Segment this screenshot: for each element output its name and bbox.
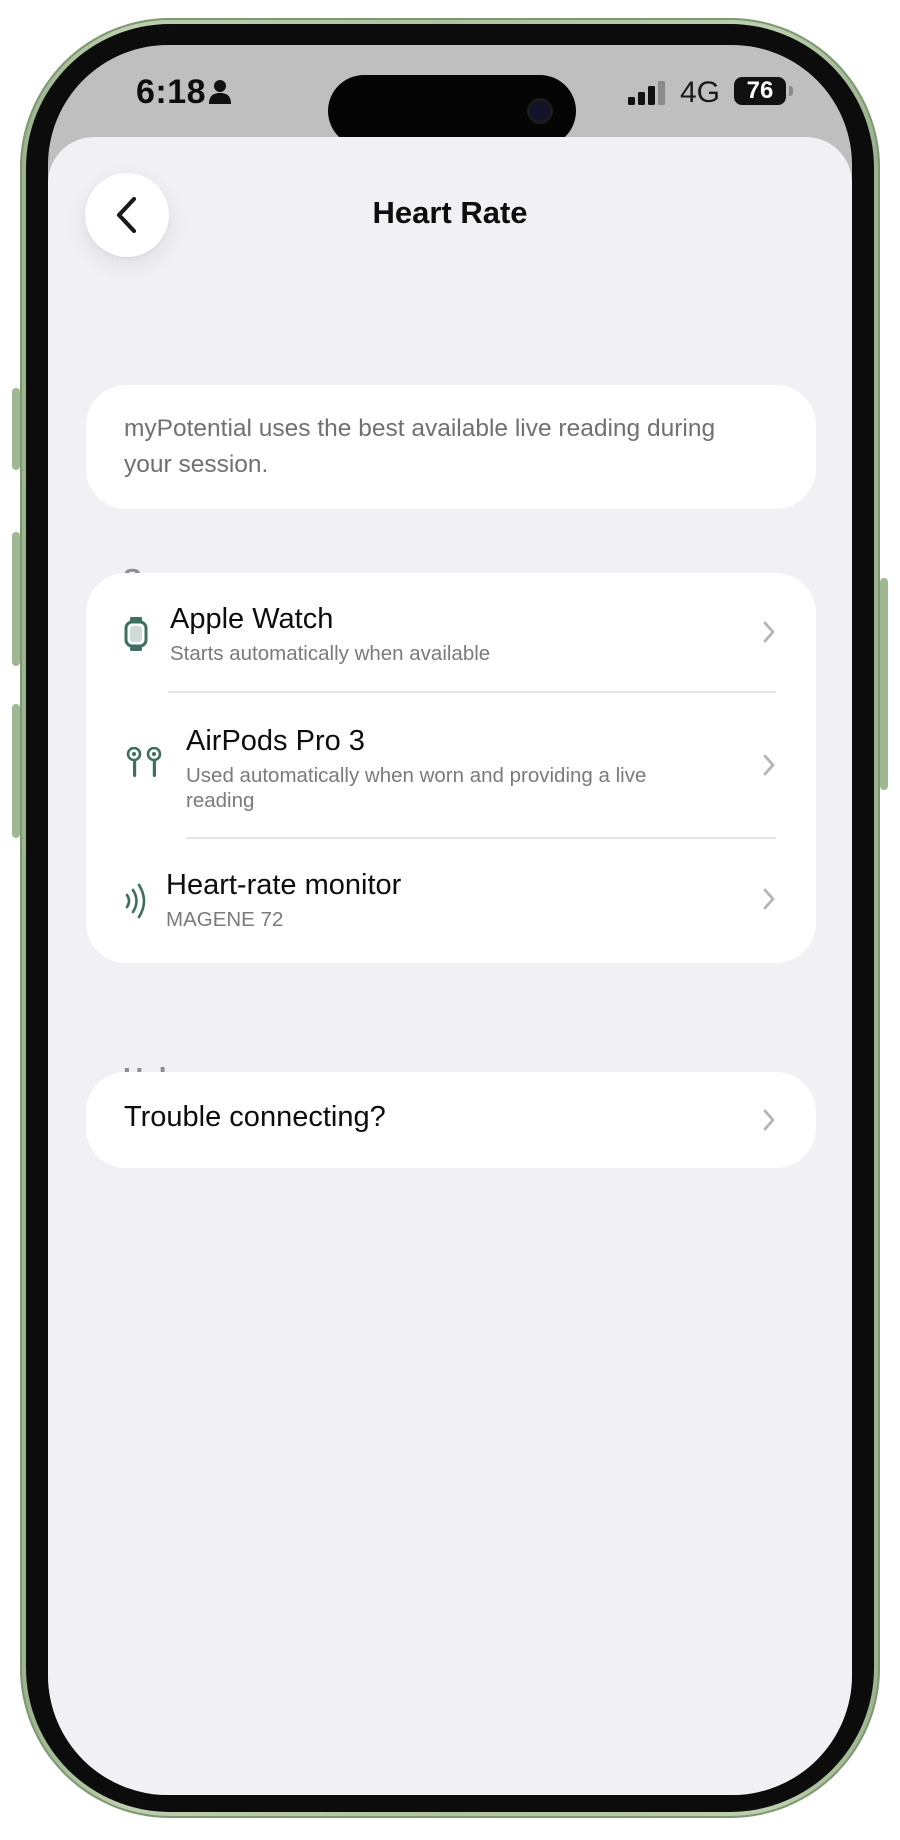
volume-down-button [12, 704, 20, 838]
settings-sheet: Heart Rate myPotential uses the best ava… [48, 137, 852, 1795]
side-button [880, 578, 888, 790]
person-icon [209, 80, 231, 104]
sources-list: Apple Watch Starts automatically when av… [86, 573, 816, 963]
help-row-title: Trouble connecting? [124, 1101, 386, 1133]
cellular-signal-icon [628, 81, 665, 105]
source-row-heart-rate-monitor[interactable]: Heart-rate monitor MAGENE 72 [86, 839, 816, 963]
camera-icon [530, 101, 550, 121]
apple-watch-icon [124, 617, 148, 651]
battery-cap [789, 86, 793, 96]
source-row-apple-watch[interactable]: Apple Watch Starts automatically when av… [86, 573, 816, 693]
help-row-trouble-connecting[interactable]: Trouble connecting? [86, 1072, 816, 1168]
airpods-icon [126, 747, 162, 777]
chevron-right-icon [763, 621, 775, 643]
info-text: myPotential uses the best available live… [124, 415, 716, 478]
network-type: 4G [680, 76, 721, 109]
status-bar: 6:18 4G 76 [48, 45, 852, 147]
screen: 6:18 4G 76 Heart Rate myPotential uses t… [48, 45, 852, 1795]
chevron-right-icon [763, 888, 775, 910]
chevron-right-icon [763, 1109, 775, 1131]
action-button [12, 388, 20, 470]
page-title: Heart Rate [372, 195, 528, 230]
source-row-airpods[interactable]: AirPods Pro 3 Used automatically when wo… [86, 693, 816, 839]
source-title: AirPods Pro 3 [186, 725, 365, 757]
status-time: 6:18 [136, 73, 207, 111]
info-card: myPotential uses the best available live… [86, 385, 816, 509]
battery-icon: 76 [734, 77, 786, 105]
wireless-signal-icon [125, 883, 146, 919]
source-title: Heart-rate monitor [166, 869, 402, 901]
source-title: Apple Watch [170, 603, 334, 635]
volume-up-button [12, 532, 20, 666]
chevron-right-icon [763, 754, 775, 776]
source-subtitle: Used automatically when worn and providi… [186, 764, 647, 812]
source-subtitle: Starts automatically when available [170, 642, 491, 665]
battery-level: 76 [746, 77, 774, 104]
source-subtitle: MAGENE 72 [166, 908, 284, 931]
